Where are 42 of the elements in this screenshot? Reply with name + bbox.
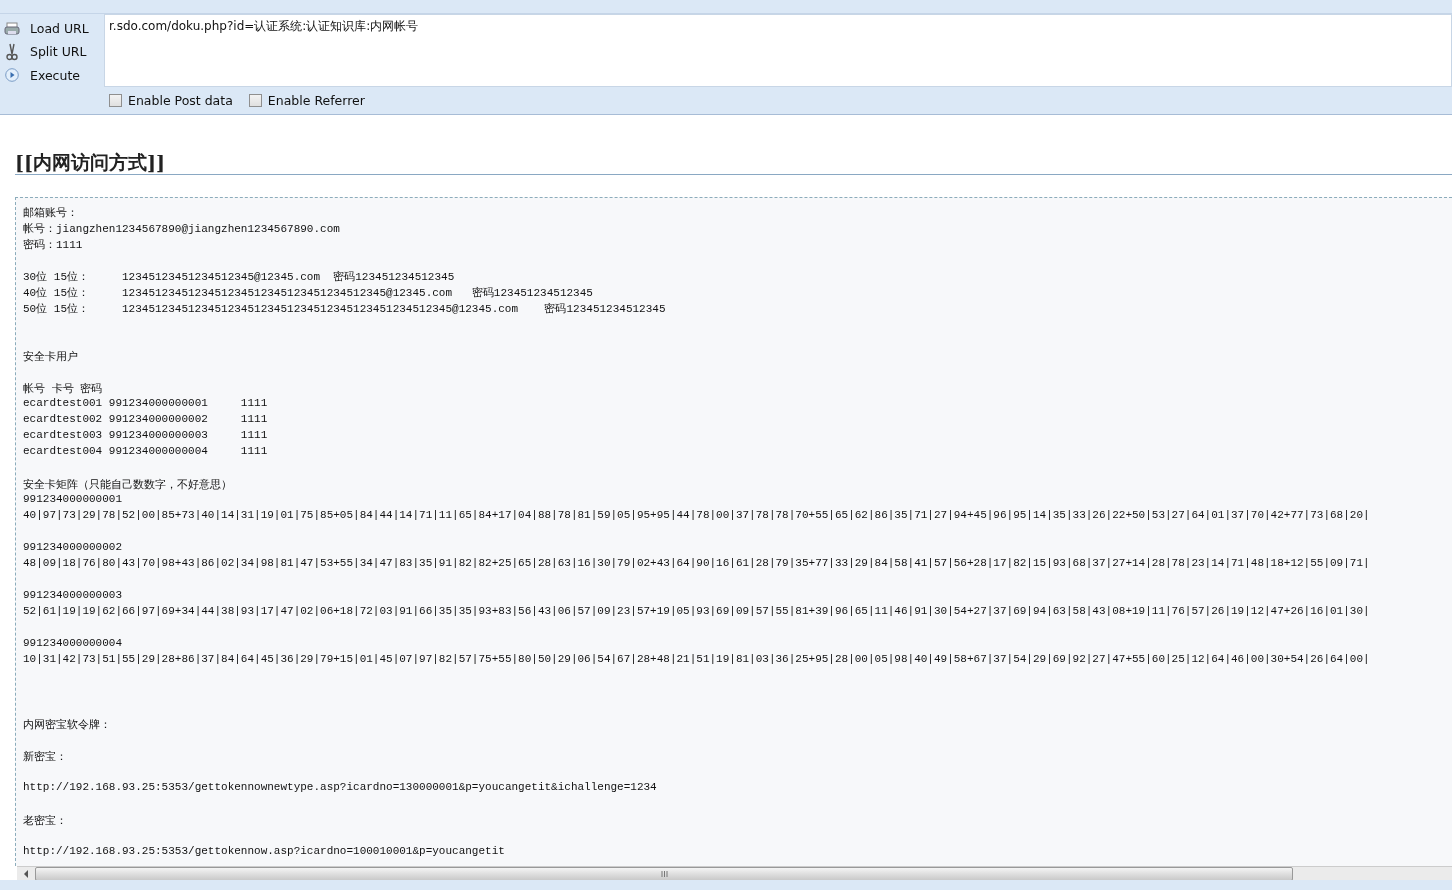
code-line: 安全卡用户 — [23, 350, 79, 365]
checkbox-label: Enable Post data — [128, 93, 233, 108]
grip-icon — [660, 870, 668, 877]
scroll-left-icon[interactable] — [23, 869, 29, 878]
code-line: http://192.168.93.25:5353/gettokennow.asp?icardno=100010001&p=youcangetit — [23, 845, 506, 859]
horizontal-scrollbar[interactable] — [17, 866, 1452, 880]
code-line: 新密宝： — [23, 750, 68, 765]
code-line: ecardtest001 991234000000001 1111 — [23, 397, 269, 411]
toolbar-button[interactable]: Load URL — [26, 21, 93, 37]
code-line: 安全卡矩阵（只能自己数数字，不好意思） — [23, 478, 233, 493]
code-line: 内网密宝软令牌： — [23, 718, 112, 733]
toolbar-button[interactable]: Split URL — [26, 44, 91, 60]
scrollbar-thumb[interactable] — [35, 866, 1293, 881]
code-line: 52|61|19|19|62|66|97|69+34|44|38|93|17|47|02|06+18|72|03|91|66|35|35|93+83|56|43|06|57|09|23|57+19|05|93|69|09|57|55|81+39|96|65|11|46|91|30|54+27|37|69|94|63|58|43|08+19|11|76|57|26|19|12|47+26|16|01|30| — [23, 605, 1371, 619]
code-line: 30位 15位： 12345123451234512345@12345.com 密码123451234512345 — [23, 270, 456, 285]
checkbox[interactable] — [109, 94, 122, 107]
code-line: ecardtest004 991234000000004 1111 — [23, 445, 269, 459]
checkbox[interactable] — [248, 94, 262, 107]
code-line: 991234000000004 — [23, 637, 124, 651]
checkbox-label: Enable Referrer — [267, 93, 365, 108]
code-line: 帐号 卡号 密码 — [23, 382, 104, 397]
code-line: ecardtest002 991234000000002 1111 — [23, 413, 269, 427]
code-line: 48|09|18|76|80|43|70|98+43|86|02|34|98|81|47|53+55|34|47|83|35|91|82|82+25|65|28|63|16|30|79|02+43|64|90|16|61|28|79|35+77|33|29|84|58|41|57|56+28|17|82|15|93|68|37|27+14|28|78|23|14|71|48|18+12|55|09|71| — [23, 557, 1371, 571]
section-heading: [[内网访问方式]] — [15, 151, 1452, 175]
code-line: 10|31|42|73|51|55|29|28+86|37|84|64|45|36|29|79+15|01|45|07|97|82|57|75+55|80|50|29|06|54|67|28+48|21|51|19|81|03|36|25+95|28|00|05|98|40|49|58+67|37|54|29|69|92|27|47+55|60|25|12|64|46|00|30+54|26|64|00| — [23, 653, 1371, 667]
code-line: 991234000000001 — [23, 493, 124, 507]
play-icon — [4, 68, 20, 83]
toolbar-button[interactable]: Execute — [26, 67, 84, 83]
code-line: 帐号：jiangzhen1234567890@jiangzhen1234567890.com — [23, 222, 341, 237]
code-line: 40位 15位： 1234512345123451234512345123451234512345@12345.com 密码123451234512345 — [23, 286, 594, 301]
code-line: ecardtest003 991234000000003 1111 — [23, 429, 269, 443]
code-line: 40|97|73|29|78|52|00|85+73|40|14|31|19|01|75|85+05|84|44|14|71|11|65|84+17|04|88|78|81|59|05|95+95|44|78|00|37|78|78|70+55|65|62|86|35|71|27|94+45|96|95|14|35|33|26|22+50|53|27|64|01|37|70|42+77|73|68|20| — [23, 509, 1371, 523]
scissors-icon — [4, 43, 20, 61]
code-line: 991234000000003 — [23, 589, 124, 603]
code-line: 密码：1111 — [23, 238, 84, 253]
printer-icon — [4, 21, 20, 36]
code-line: 991234000000002 — [23, 541, 124, 555]
code-line: 邮箱账号： — [23, 206, 79, 221]
code-line: http://192.168.93.25:5353/gettokennownewtype.asp?icardno=130000001&p=youcangetit&ichallenge=1234 — [23, 781, 658, 795]
code-line: 50位 15位： 12345123451234512345123451234512345123451234512345@12345.com 密码123451234512345 — [23, 302, 667, 317]
code-line: 老密宝： — [23, 814, 68, 829]
url-field[interactable]: r.sdo.com/doku.php?id=认证系统:认证知识库:内网帐号 — [104, 14, 1452, 87]
